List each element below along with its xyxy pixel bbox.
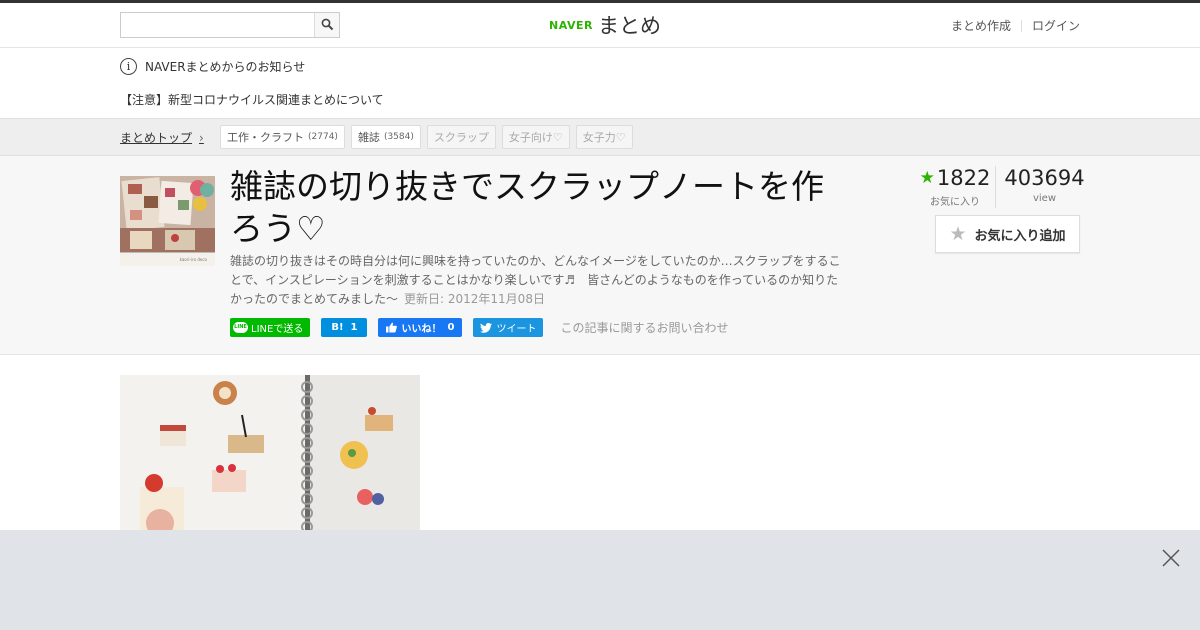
breadcrumb-home[interactable]: まとめトップ › [120,129,204,146]
ad-banner [0,530,1200,630]
tweet-button[interactable]: ツイート [473,318,544,337]
twitter-bird-icon [480,322,493,333]
thumbnail-caption: kaori-iro deco [120,252,215,266]
tag-label: スクラップ [433,131,489,144]
header-links: まとめ作成 ログイン [951,17,1080,34]
contact-link[interactable]: この記事に関するお問い合わせ [560,319,728,336]
favorites-stat: ★ 1822 お気に入り [915,166,995,208]
tag-for-girls[interactable]: 女子向け♡ [501,125,570,149]
favorites-count-row: ★ 1822 [915,166,995,190]
tag-count: (3584) [383,132,414,142]
hatena-bookmark-button[interactable]: B! 1 [321,318,368,337]
breadcrumb-home-label: まとめトップ [120,131,193,145]
chevron-right-icon: › [199,130,204,145]
line-share-button[interactable]: LINE LINEで送る [230,318,311,337]
views-count: 403694 [1004,166,1085,190]
tweet-label: ツイート [496,324,537,335]
tag-craft[interactable]: 工作・クラフト (2774) [220,125,345,149]
line-share-label: LINEで送る [251,324,304,335]
close-icon[interactable] [1161,548,1181,568]
star-outline-icon: ★ [949,223,967,245]
thumbs-up-icon [386,322,398,333]
share-bar: LINE LINEで送る B! 1 いいね！ 0 ツイート この記事に関するお問… [230,318,728,337]
article-thumbnail[interactable]: kaori-iro deco [120,176,215,266]
line-icon: LINE [233,322,248,333]
notice-title: i NAVERまとめからのお知らせ [120,58,305,75]
breadcrumb: まとめトップ › 工作・クラフト (2774) 雑誌 (3584) スクラップ … [0,118,1200,156]
tag-magazine[interactable]: 雑誌 (3584) [350,125,421,149]
tag-scrap[interactable]: スクラップ [426,125,496,149]
tag-label: 女子力♡ [582,131,626,144]
article-photo[interactable] [120,375,420,530]
tag-label: 女子向け♡ [508,131,563,144]
add-favorite-label: お気に入り追加 [974,228,1066,244]
star-icon: ★ [919,168,935,188]
article-stats: ★ 1822 お気に入り 403694 view [915,166,1085,208]
facebook-like-button[interactable]: いいね！ 0 [378,318,463,337]
site-logo[interactable]: NAVER まとめ [549,11,661,39]
hatena-count: 1 [350,322,358,333]
search-icon [321,18,334,31]
add-favorite-button[interactable]: ★ お気に入り追加 [935,215,1080,253]
search-box [120,12,340,38]
views-label: view [1032,193,1057,204]
info-icon: i [120,58,137,75]
favorites-count: 1822 [936,166,991,190]
notice-area: i NAVERまとめからのお知らせ 【注意】新型コロナウイルス関連まとめについて [0,48,1200,118]
tag-label: 工作・クラフト [227,131,304,144]
article-title: 雑誌の切り抜きでスクラップノートを作ろう♡ [230,167,824,248]
scrapbook-photo [120,375,420,530]
article-header: kaori-iro deco 雑誌の切り抜きでスクラップノートを作ろう♡ 雑誌の… [0,156,1200,355]
facebook-like-label: いいね！ [401,324,442,335]
tag-girl-power[interactable]: 女子力♡ [575,125,633,149]
search-button[interactable] [314,13,339,37]
login-link[interactable]: ログイン [1032,17,1080,34]
hatena-icon: B! [331,322,344,333]
search-input[interactable] [121,13,315,37]
notice-title-text: NAVERまとめからのお知らせ [145,60,306,74]
article-description: 雑誌の切り抜きはその時自分は何に興味を持っていたのか、どんなイメージをしていたの… [230,252,845,309]
favorites-label: お気に入り [930,197,980,208]
logo-matome: まとめ [597,14,661,38]
facebook-like-count: 0 [447,322,455,333]
header-divider [1020,19,1022,32]
header: NAVER まとめ まとめ作成 ログイン [0,3,1200,48]
logo-naver: NAVER [549,18,593,32]
tag-count: (2774) [308,132,338,142]
tag-label: 雑誌 [357,131,380,144]
create-matome-link[interactable]: まとめ作成 [951,17,1011,34]
tag-list: 工作・クラフト (2774) 雑誌 (3584) スクラップ 女子向け♡ 女子力… [220,125,639,149]
updated-date: 更新日: 2012年11月08日 [404,292,545,306]
thumbnail-image [120,176,215,252]
notice-link[interactable]: 【注意】新型コロナウイルス関連まとめについて [120,91,384,108]
views-stat: 403694 view [995,166,1085,208]
